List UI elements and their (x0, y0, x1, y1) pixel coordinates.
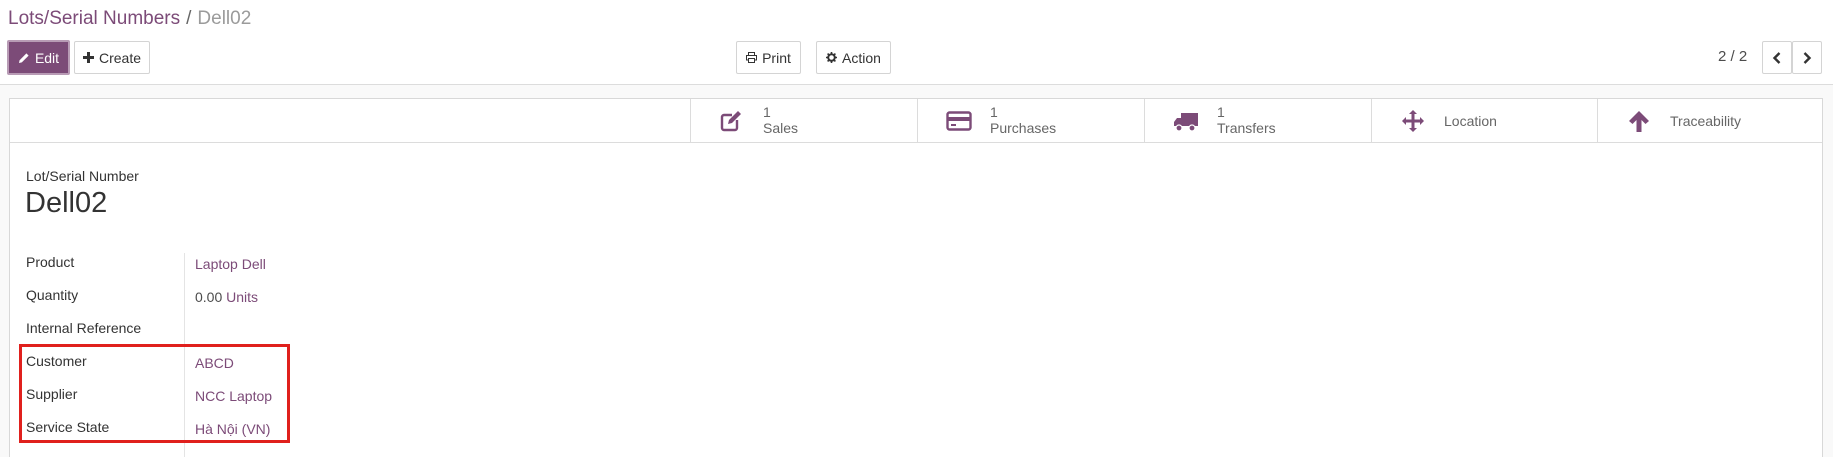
credit-card-icon (946, 109, 972, 133)
record-name: Dell02 (25, 187, 108, 219)
pager-previous-button[interactable] (1762, 41, 1792, 74)
breadcrumb-parent-link[interactable]: Lots/Serial Numbers (8, 8, 180, 29)
edit-button[interactable]: Edit (7, 40, 70, 75)
pager-next-button[interactable] (1792, 41, 1822, 74)
form-sheet: 1 Sales 1 Purchases 1 Transfers Location… (9, 98, 1823, 457)
transfers-smart-button[interactable]: 1 Transfers (1144, 99, 1371, 143)
sales-smart-button[interactable]: 1 Sales (690, 99, 917, 143)
truck-icon (1173, 109, 1199, 133)
quantity-value: 0.00 Units (195, 289, 258, 305)
sales-label: Sales (763, 120, 799, 136)
arrow-up-icon (1626, 109, 1652, 133)
transfers-label: Transfers (1217, 120, 1276, 136)
quantity-number: 0.00 (195, 289, 223, 305)
action-button[interactable]: Action (816, 41, 891, 74)
plus-icon (82, 52, 94, 63)
traceability-label: Traceability (1670, 113, 1742, 129)
sales-count: 1 (763, 104, 771, 120)
pager-value: 2 / 2 (1718, 48, 1748, 65)
purchases-label: Purchases (990, 120, 1057, 136)
pencil-icon (18, 52, 30, 64)
customer-value-link[interactable]: ABCD (195, 355, 234, 371)
quantity-unit-link[interactable]: Units (226, 289, 258, 305)
sales-smart-button-text: 1 Sales (763, 104, 798, 136)
edit-icon (719, 109, 745, 133)
control-panel: Lots/Serial Numbers / Dell02 Edit Create P… (0, 0, 1833, 85)
gear-icon (826, 52, 838, 63)
location-label: Location (1444, 113, 1497, 129)
transfers-count: 1 (1217, 104, 1225, 120)
purchases-count: 1 (990, 104, 998, 120)
action-button-label: Action (842, 49, 881, 66)
supplier-label: Supplier (26, 386, 78, 402)
chevron-left-icon (1772, 51, 1782, 64)
create-button[interactable]: Create (74, 41, 150, 74)
service-state-label: Service State (26, 419, 110, 435)
internal-reference-label: Internal Reference (26, 320, 142, 336)
smart-button-box: 1 Sales 1 Purchases 1 Transfers Location… (10, 99, 1822, 143)
print-button[interactable]: Print (736, 41, 801, 74)
purchases-smart-button[interactable]: 1 Purchases (917, 99, 1144, 143)
customer-label: Customer (26, 353, 87, 369)
breadcrumb: Lots/Serial Numbers / Dell02 (8, 8, 251, 30)
product-value-link[interactable]: Laptop Dell (195, 256, 266, 272)
purchases-smart-button-text: 1 Purchases (990, 104, 1056, 136)
arrows-icon (1400, 109, 1426, 133)
edit-button-label: Edit (34, 49, 60, 66)
traceability-smart-button[interactable]: Traceability (1597, 99, 1824, 143)
service-state-value-link[interactable]: Hà Nội (VN) (195, 421, 270, 437)
supplier-value-link[interactable]: NCC Laptop (195, 388, 272, 404)
chevron-right-icon (1802, 51, 1812, 64)
product-label: Product (26, 254, 75, 270)
location-smart-button[interactable]: Location (1371, 99, 1598, 143)
quantity-label: Quantity (26, 287, 79, 303)
breadcrumb-separator: / (186, 8, 192, 29)
create-button-label: Create (98, 49, 142, 66)
printer-icon (746, 52, 758, 63)
breadcrumb-current: Dell02 (197, 8, 252, 29)
transfers-smart-button-text: 1 Transfers (1217, 104, 1276, 136)
lot-serial-number-label: Lot/Serial Number (26, 168, 139, 184)
print-button-label: Print (762, 49, 791, 66)
